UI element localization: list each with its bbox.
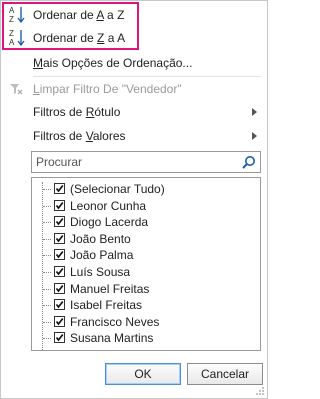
checkbox[interactable]: [54, 315, 65, 327]
submenu-arrow-icon: [252, 132, 257, 140]
sort-a-to-z-icon: A Z: [9, 6, 25, 24]
list-item-label: Isabel Freitas: [70, 298, 143, 313]
clear-filter-key: L: [33, 82, 40, 96]
sort-a-to-z-item[interactable]: Ordenar de A a Z: [33, 5, 124, 25]
checkmark-icon: [55, 218, 64, 226]
resize-grip-icon[interactable]: [255, 386, 265, 396]
checkbox[interactable]: [54, 199, 65, 211]
tree-connector: [43, 222, 51, 224]
value-filters-key: V: [85, 129, 93, 143]
list-item-label: Diogo Lacerda: [70, 215, 149, 230]
value-filters-before: Filtros de: [33, 129, 86, 143]
checkbox[interactable]: [54, 216, 65, 228]
search-box: [31, 151, 261, 173]
clear-filter-item: Limpar Filtro De "Vendedor": [33, 79, 182, 99]
menu-separator: [33, 76, 261, 77]
checkbox[interactable]: [54, 266, 65, 277]
value-filters-rest: alores: [92, 129, 126, 143]
sort-desc-prefix: Ordenar de: [33, 31, 98, 45]
tree-connector: [43, 288, 51, 290]
sort-z-to-a-item[interactable]: Ordenar de Z a A: [33, 28, 125, 48]
list-item-label: Susana Martins: [70, 331, 154, 346]
list-item-label: Francisco Neves: [70, 314, 160, 329]
tree-connector: [43, 321, 51, 323]
svg-text:A: A: [9, 6, 15, 15]
cancel-button[interactable]: Cancelar: [187, 363, 263, 385]
tree-connector: [43, 305, 51, 307]
svg-text:A: A: [9, 38, 15, 47]
checkbox[interactable]: [54, 282, 65, 294]
list-item-label: Leonor Cunha: [70, 198, 147, 213]
list-item-label: Luís Sousa: [70, 265, 131, 279]
values-listbox[interactable]: (Selecionar Tudo) Leonor Cunha Diogo Lacer…: [31, 177, 261, 351]
label-filters-before: Filtros de: [33, 105, 86, 119]
tree-connector: [43, 238, 51, 240]
svg-text:Z: Z: [9, 15, 14, 24]
autofilter-menu: A Z Ordenar de A a Z Z A Ordenar de Z a …: [0, 0, 268, 399]
list-item-label: (Selecionar Tudo): [70, 182, 165, 196]
more-sort-key: M: [33, 56, 43, 70]
search-icon[interactable]: [241, 155, 256, 170]
checkmark-icon: [55, 234, 64, 243]
checkmark-icon: [55, 284, 64, 292]
search-input[interactable]: [36, 154, 232, 170]
list-item-label: João Bento: [70, 231, 131, 246]
clear-filter-rest: impar Filtro De "Vendedor": [39, 82, 182, 96]
checkmark-icon: [55, 334, 64, 342]
tree-connector: [43, 338, 51, 340]
tree-connector: [43, 272, 51, 273]
sort-asc-to: Z: [117, 8, 125, 22]
checkbox[interactable]: [54, 299, 65, 311]
sort-desc-to: A: [117, 31, 126, 45]
tree-connector: [43, 255, 51, 257]
checkmark-icon: [55, 301, 64, 309]
more-sort-options-item[interactable]: Mais Opções de Ordenação...: [33, 53, 192, 73]
checkmark-icon: [55, 317, 64, 326]
more-sort-rest: ais Opções de Ordenação...: [43, 56, 193, 70]
list-item-label: Manuel Freitas: [70, 281, 150, 296]
svg-text:Z: Z: [9, 29, 14, 38]
checkmark-icon: [55, 201, 64, 209]
checkbox[interactable]: [54, 232, 65, 244]
sort-z-to-a-icon: Z A: [9, 29, 25, 47]
checkmark-icon: [55, 251, 64, 259]
label-filters-item[interactable]: Filtros de Rótulo: [33, 102, 120, 122]
submenu-arrow-icon: [252, 108, 257, 116]
sort-asc-from: A: [96, 8, 104, 22]
tree-connector: [43, 205, 51, 207]
checkbox[interactable]: [54, 183, 65, 194]
label-filters-rest: ótulo: [94, 105, 121, 119]
tree-connector: [42, 182, 43, 350]
sort-asc-mid: a: [103, 8, 118, 22]
checkbox[interactable]: [54, 249, 65, 261]
tree-connector: [43, 189, 51, 190]
sort-desc-mid: a: [104, 31, 118, 45]
checkmark-icon: [55, 184, 64, 193]
ok-button[interactable]: OK: [105, 363, 181, 385]
checkbox[interactable]: [54, 332, 65, 344]
value-filters-item[interactable]: Filtros de Valores: [33, 126, 126, 146]
list-item-label: João Palma: [70, 248, 134, 263]
clear-filter-icon: [10, 84, 23, 95]
checkmark-icon: [55, 267, 64, 276]
sort-asc-prefix: Ordenar de: [33, 8, 97, 22]
